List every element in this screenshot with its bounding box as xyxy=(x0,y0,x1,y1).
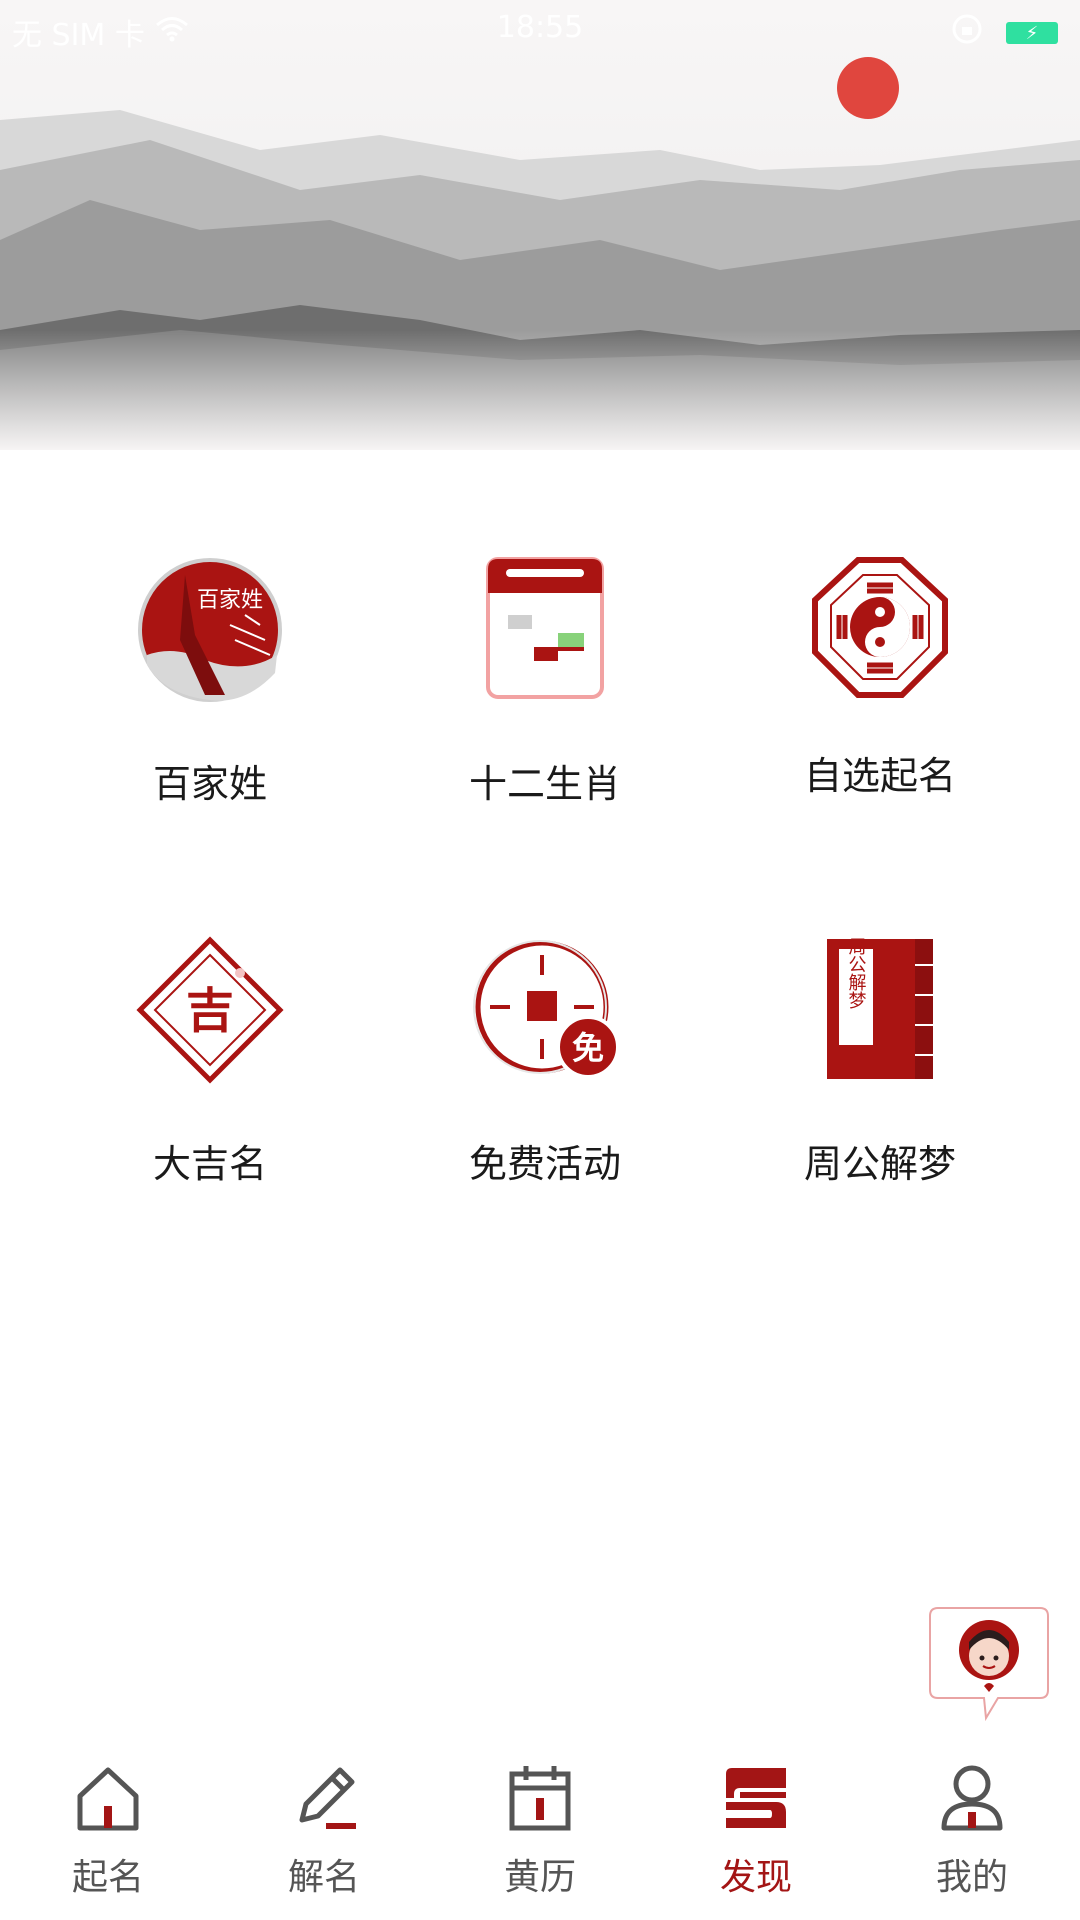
svg-text:周公解梦: 周公解梦 xyxy=(846,937,867,1009)
calendar-tab-icon xyxy=(509,1766,571,1831)
tab-naming[interactable]: 起名 xyxy=(0,1740,216,1920)
tile-label: 大吉名 xyxy=(152,1142,267,1186)
banner-image xyxy=(0,0,1080,450)
status-bar: 无 SIM 卡 18:55 ⚡ xyxy=(0,0,1080,56)
coin-free-icon: 免 xyxy=(470,935,620,1085)
svg-text:免: 免 xyxy=(572,1029,604,1067)
calendar-icon xyxy=(470,555,620,705)
tab-label: 黄历 xyxy=(503,1857,576,1898)
battery-icon: ⚡ xyxy=(1006,22,1058,44)
dream-book-icon: 周公解梦 xyxy=(805,935,955,1085)
tab-label: 发现 xyxy=(719,1857,792,1898)
tab-almanac[interactable]: 黄历 xyxy=(432,1740,648,1920)
home-icon xyxy=(77,1767,139,1831)
surname-icon: 百家姓 xyxy=(135,555,285,705)
tile-surname[interactable]: 百家姓 百家姓 xyxy=(60,555,360,808)
tab-label: 我的 xyxy=(935,1857,1008,1898)
tab-name-analysis[interactable]: 解名 xyxy=(216,1740,432,1920)
tile-label: 周公解梦 xyxy=(803,1142,956,1186)
tile-self-naming[interactable]: 自选起名 xyxy=(730,555,1030,800)
bottom-tab-bar: 起名 解名 黄历 发现 我的 xyxy=(0,1740,1080,1920)
discover-icon xyxy=(726,1768,786,1828)
tab-label: 解名 xyxy=(287,1857,360,1898)
bagua-icon xyxy=(805,555,955,705)
tile-label: 十二生肖 xyxy=(468,762,621,806)
tab-profile[interactable]: 我的 xyxy=(864,1740,1080,1920)
tile-lucky-name[interactable]: 吉 大吉名 xyxy=(60,935,360,1188)
tile-zodiac[interactable]: 十二生肖 xyxy=(395,555,695,808)
tile-free-activity[interactable]: 免 免费活动 xyxy=(395,935,695,1188)
status-time: 18:55 xyxy=(496,10,584,45)
customer-service-button[interactable] xyxy=(928,1606,1050,1724)
profile-icon xyxy=(941,1765,1003,1831)
svg-text:百家姓: 百家姓 xyxy=(197,588,263,613)
tab-label: 起名 xyxy=(71,1857,144,1898)
rotation-lock-icon xyxy=(950,12,984,54)
tile-label: 自选起名 xyxy=(803,754,956,798)
tile-dream-interpret[interactable]: 周公解梦 周公解梦 xyxy=(730,935,1030,1188)
svg-text:吉: 吉 xyxy=(186,983,234,1039)
pencil-icon xyxy=(299,1767,356,1829)
tile-label: 百家姓 xyxy=(152,762,267,806)
tab-discover[interactable]: 发现 xyxy=(648,1740,864,1920)
lucky-diamond-icon: 吉 xyxy=(135,935,285,1085)
tile-label: 免费活动 xyxy=(468,1142,621,1186)
